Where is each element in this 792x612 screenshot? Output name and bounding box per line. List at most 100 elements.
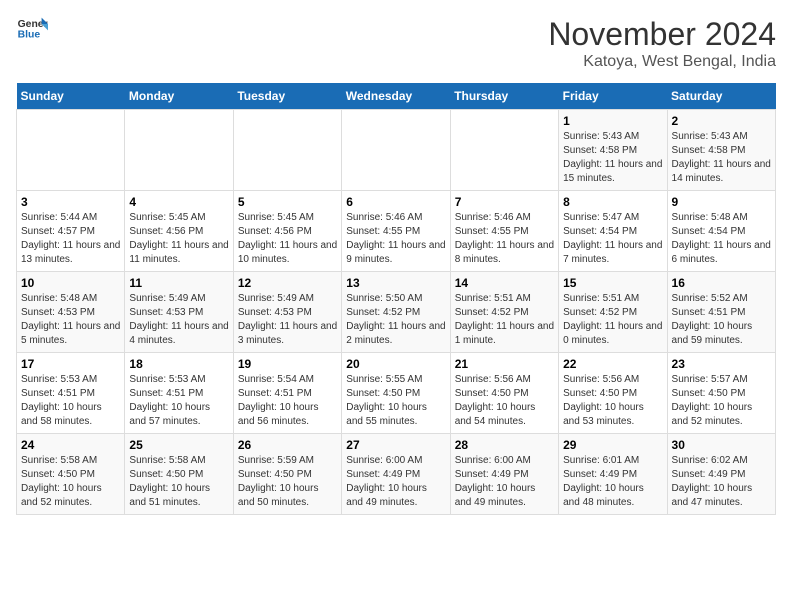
day-info: Sunrise: 5:53 AMSunset: 4:51 PMDaylight:… <box>21 373 120 429</box>
day-number: 12 <box>238 276 337 290</box>
day-number: 14 <box>455 276 554 290</box>
day-info: Sunrise: 5:49 AMSunset: 4:53 PMDaylight:… <box>238 292 337 348</box>
calendar-cell: 13 Sunrise: 5:50 AMSunset: 4:52 PMDayligh… <box>342 272 450 353</box>
day-info: Sunrise: 5:50 AMSunset: 4:52 PMDaylight:… <box>346 292 445 348</box>
calendar-week-row: 1 Sunrise: 5:43 AMSunset: 4:58 PMDaylight… <box>17 110 776 191</box>
calendar-cell: 23 Sunrise: 5:57 AMSunset: 4:50 PMDayligh… <box>667 353 775 434</box>
day-info: Sunrise: 5:46 AMSunset: 4:55 PMDaylight:… <box>346 211 445 267</box>
day-info: Sunrise: 6:02 AMSunset: 4:49 PMDaylight:… <box>672 454 771 510</box>
calendar-cell: 11Sunrise: 5:49 AMSunset: 4:53 PMDayligh… <box>125 272 233 353</box>
title-block: November 2024 Katoya, West Bengal, India <box>548 16 776 71</box>
calendar-cell: 3Sunrise: 5:44 AMSunset: 4:57 PMDaylight… <box>17 191 125 272</box>
day-info: Sunrise: 5:48 AMSunset: 4:54 PMDaylight:… <box>672 211 771 267</box>
calendar-cell <box>125 110 233 191</box>
day-number: 21 <box>455 357 554 371</box>
day-number: 22 <box>563 357 662 371</box>
day-number: 6 <box>346 195 445 209</box>
calendar-cell: 10 Sunrise: 5:48 AMSunset: 4:53 PMDayligh… <box>17 272 125 353</box>
calendar-cell: 8 Sunrise: 5:47 AMSunset: 4:54 PMDaylight… <box>559 191 667 272</box>
day-number: 26 <box>238 438 337 452</box>
calendar-cell <box>342 110 450 191</box>
calendar-cell: 24 Sunrise: 5:58 AMSunset: 4:50 PMDayligh… <box>17 434 125 515</box>
day-number: 23 <box>672 357 771 371</box>
day-number: 17 <box>21 357 120 371</box>
location: Katoya, West Bengal, India <box>548 53 776 71</box>
day-number: 20 <box>346 357 445 371</box>
header-tuesday: Tuesday <box>233 83 341 110</box>
calendar-cell: 22Sunrise: 5:56 AMSunset: 4:50 PMDayligh… <box>559 353 667 434</box>
day-info: Sunrise: 5:57 AMSunset: 4:50 PMDaylight:… <box>672 373 771 429</box>
calendar-cell: 12 Sunrise: 5:49 AMSunset: 4:53 PMDayligh… <box>233 272 341 353</box>
day-info: Sunrise: 5:51 AMSunset: 4:52 PMDaylight:… <box>455 292 554 348</box>
calendar-cell: 25 Sunrise: 5:58 AMSunset: 4:50 PMDayligh… <box>125 434 233 515</box>
day-info: Sunrise: 5:43 AMSunset: 4:58 PMDaylight:… <box>672 130 771 186</box>
day-info: Sunrise: 5:52 AMSunset: 4:51 PMDaylight:… <box>672 292 771 348</box>
calendar-cell: 9 Sunrise: 5:48 AMSunset: 4:54 PMDaylight… <box>667 191 775 272</box>
calendar-cell: 14 Sunrise: 5:51 AMSunset: 4:52 PMDayligh… <box>450 272 558 353</box>
calendar-cell: 2 Sunrise: 5:43 AMSunset: 4:58 PMDaylight… <box>667 110 775 191</box>
logo-icon: General Blue <box>16 16 48 44</box>
day-number: 18 <box>129 357 228 371</box>
day-info: Sunrise: 5:51 AMSunset: 4:52 PMDaylight:… <box>563 292 662 348</box>
day-number: 28 <box>455 438 554 452</box>
day-info: Sunrise: 5:58 AMSunset: 4:50 PMDaylight:… <box>21 454 120 510</box>
day-info: Sunrise: 5:45 AMSunset: 4:56 PMDaylight:… <box>129 211 228 267</box>
day-info: Sunrise: 5:53 AMSunset: 4:51 PMDaylight:… <box>129 373 228 429</box>
day-number: 30 <box>672 438 771 452</box>
day-number: 25 <box>129 438 228 452</box>
day-number: 1 <box>563 114 662 128</box>
day-number: 29 <box>563 438 662 452</box>
day-info: Sunrise: 5:48 AMSunset: 4:53 PMDaylight:… <box>21 292 120 348</box>
calendar-week-row: 24 Sunrise: 5:58 AMSunset: 4:50 PMDayligh… <box>17 434 776 515</box>
day-number: 3 <box>21 195 120 209</box>
day-info: Sunrise: 5:43 AMSunset: 4:58 PMDaylight:… <box>563 130 662 186</box>
day-info: Sunrise: 5:58 AMSunset: 4:50 PMDaylight:… <box>129 454 228 510</box>
day-number: 8 <box>563 195 662 209</box>
calendar-cell: 20 Sunrise: 5:55 AMSunset: 4:50 PMDayligh… <box>342 353 450 434</box>
day-info: Sunrise: 5:59 AMSunset: 4:50 PMDaylight:… <box>238 454 337 510</box>
calendar-cell: 15 Sunrise: 5:51 AMSunset: 4:52 PMDayligh… <box>559 272 667 353</box>
weekday-header-row: Sunday Monday Tuesday Wednesday Thursday… <box>17 83 776 110</box>
day-number: 4 <box>129 195 228 209</box>
calendar-cell: 26 Sunrise: 5:59 AMSunset: 4:50 PMDayligh… <box>233 434 341 515</box>
day-number: 15 <box>563 276 662 290</box>
day-info: Sunrise: 5:54 AMSunset: 4:51 PMDaylight:… <box>238 373 337 429</box>
svg-text:Blue: Blue <box>18 30 41 41</box>
calendar-cell: 4 Sunrise: 5:45 AMSunset: 4:56 PMDaylight… <box>125 191 233 272</box>
calendar-cell: 18 Sunrise: 5:53 AMSunset: 4:51 PMDayligh… <box>125 353 233 434</box>
calendar-cell: 16 Sunrise: 5:52 AMSunset: 4:51 PMDayligh… <box>667 272 775 353</box>
day-number: 13 <box>346 276 445 290</box>
calendar-cell <box>450 110 558 191</box>
day-number: 16 <box>672 276 771 290</box>
calendar-cell: 29Sunrise: 6:01 AMSunset: 4:49 PMDayligh… <box>559 434 667 515</box>
header-friday: Friday <box>559 83 667 110</box>
day-info: Sunrise: 5:47 AMSunset: 4:54 PMDaylight:… <box>563 211 662 267</box>
day-number: 10 <box>21 276 120 290</box>
day-number: 19 <box>238 357 337 371</box>
calendar-cell <box>233 110 341 191</box>
calendar-week-row: 3Sunrise: 5:44 AMSunset: 4:57 PMDaylight… <box>17 191 776 272</box>
calendar-cell: 6 Sunrise: 5:46 AMSunset: 4:55 PMDaylight… <box>342 191 450 272</box>
day-info: Sunrise: 6:00 AMSunset: 4:49 PMDaylight:… <box>346 454 445 510</box>
day-number: 24 <box>21 438 120 452</box>
logo: General Blue <box>16 16 48 44</box>
header-sunday: Sunday <box>17 83 125 110</box>
calendar-cell: 30 Sunrise: 6:02 AMSunset: 4:49 PMDayligh… <box>667 434 775 515</box>
calendar-cell <box>17 110 125 191</box>
day-info: Sunrise: 5:45 AMSunset: 4:56 PMDaylight:… <box>238 211 337 267</box>
day-info: Sunrise: 5:49 AMSunset: 4:53 PMDaylight:… <box>129 292 228 348</box>
calendar-header: Sunday Monday Tuesday Wednesday Thursday… <box>17 83 776 110</box>
calendar-body: 1 Sunrise: 5:43 AMSunset: 4:58 PMDaylight… <box>17 110 776 515</box>
day-info: Sunrise: 5:55 AMSunset: 4:50 PMDaylight:… <box>346 373 445 429</box>
day-number: 2 <box>672 114 771 128</box>
calendar-week-row: 17 Sunrise: 5:53 AMSunset: 4:51 PMDayligh… <box>17 353 776 434</box>
calendar-cell: 27Sunrise: 6:00 AMSunset: 4:49 PMDayligh… <box>342 434 450 515</box>
calendar-cell: 21 Sunrise: 5:56 AMSunset: 4:50 PMDayligh… <box>450 353 558 434</box>
page-header: General Blue November 2024 Katoya, West … <box>16 16 776 71</box>
day-info: Sunrise: 5:56 AMSunset: 4:50 PMDaylight:… <box>455 373 554 429</box>
day-number: 9 <box>672 195 771 209</box>
header-saturday: Saturday <box>667 83 775 110</box>
calendar-cell: 5Sunrise: 5:45 AMSunset: 4:56 PMDaylight… <box>233 191 341 272</box>
header-monday: Monday <box>125 83 233 110</box>
day-info: Sunrise: 6:00 AMSunset: 4:49 PMDaylight:… <box>455 454 554 510</box>
